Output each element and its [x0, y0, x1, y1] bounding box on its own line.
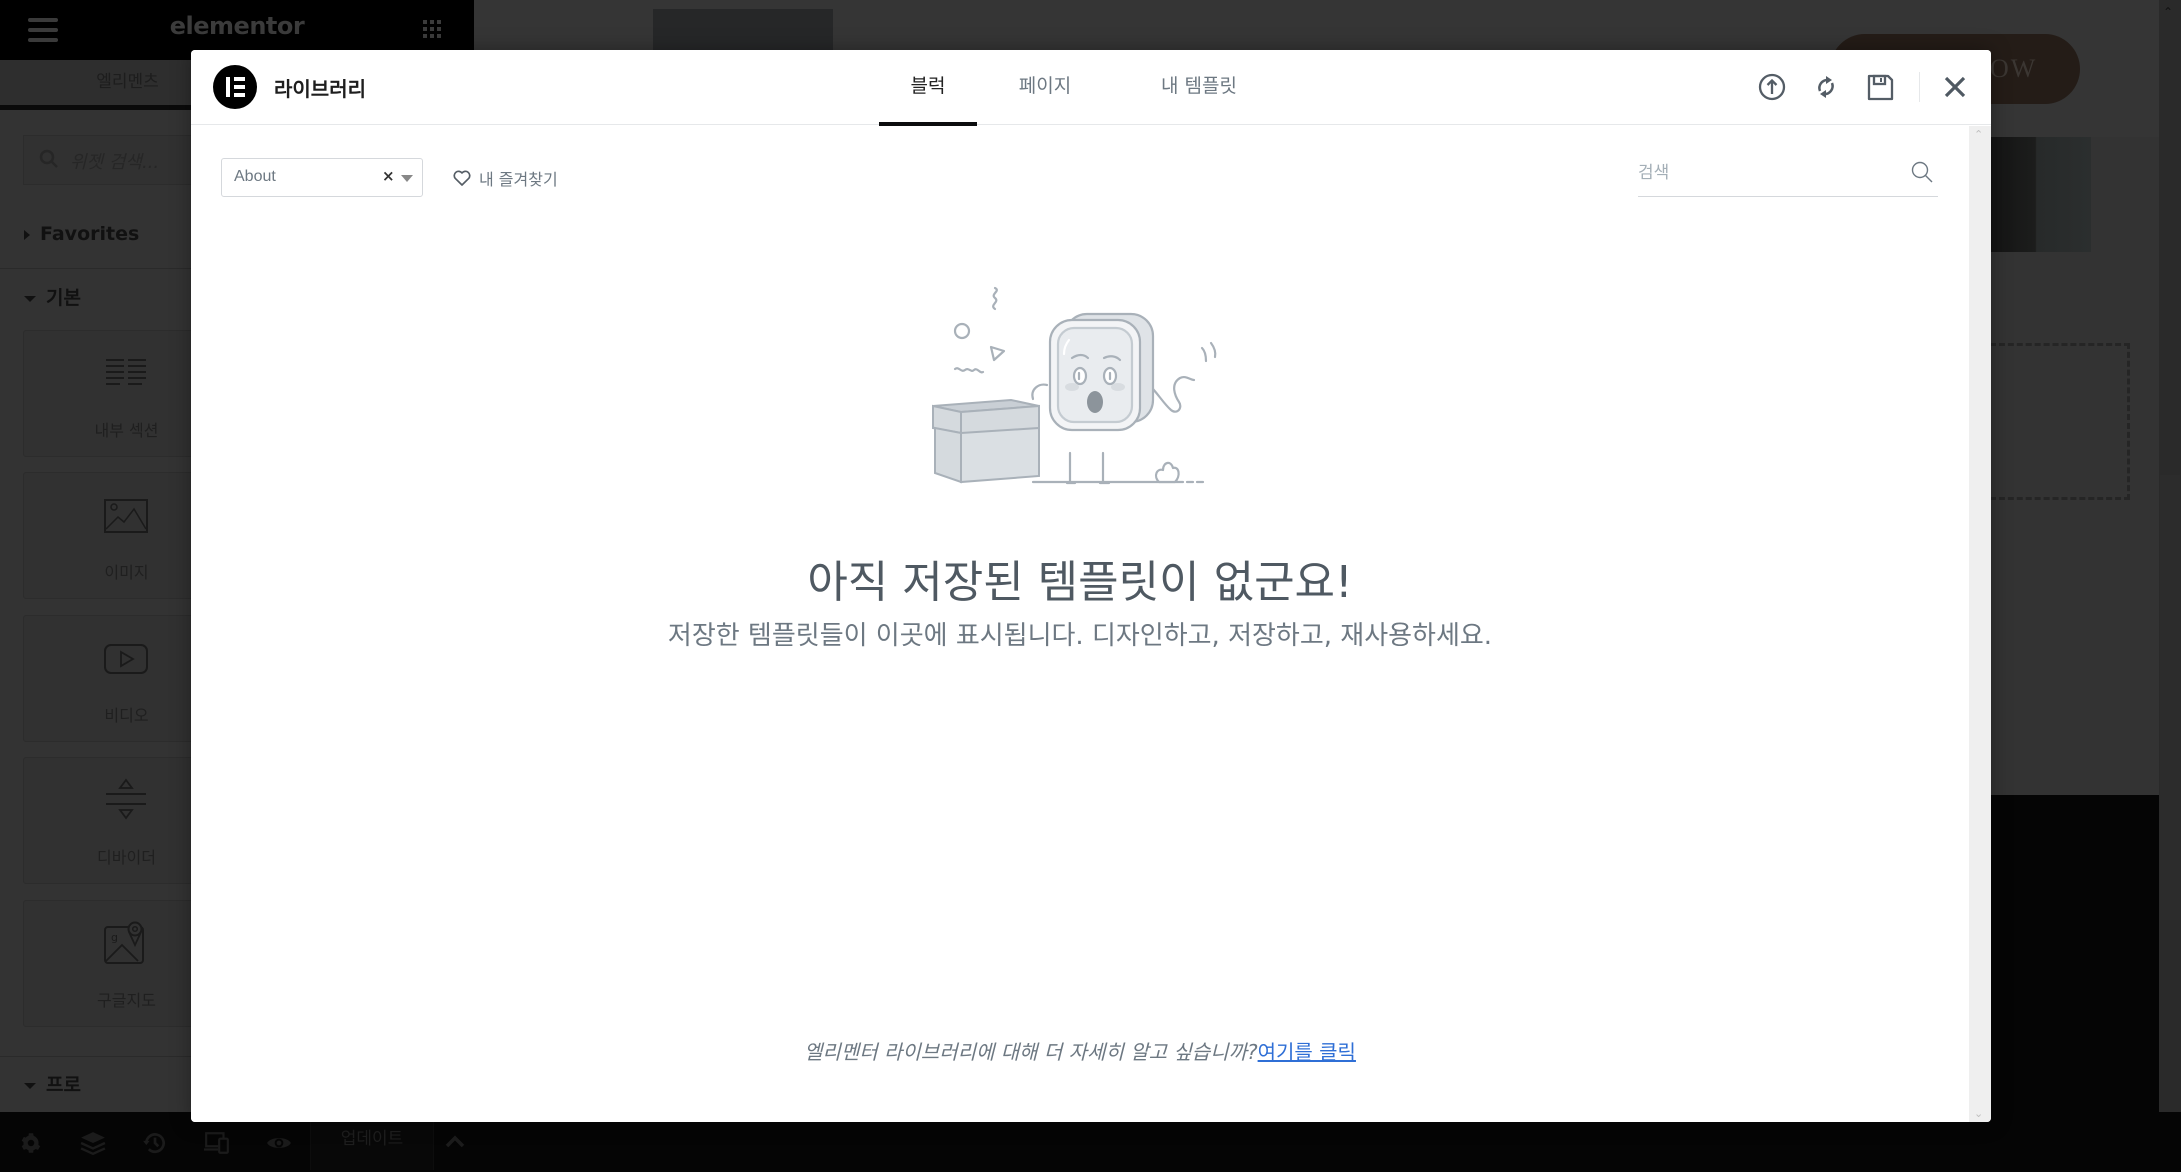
modal-title: 라이브러리 — [274, 77, 366, 101]
widget-divider[interactable]: 디바이더 — [23, 757, 203, 884]
tab-blocks[interactable]: 블럭 — [879, 50, 977, 126]
divider-icon — [106, 778, 146, 820]
video-icon — [104, 644, 148, 674]
image-icon — [104, 499, 148, 533]
empty-state-title: 아직 저장된 템플릿이 없군요! — [807, 557, 1353, 608]
clear-filter-icon[interactable]: × — [382, 167, 395, 185]
page-scrollbar-thumb[interactable] — [2160, 475, 2180, 920]
library-info-text: 엘리멘터 라이브러리에 대해 더 자세히 알고 싶습니까? — [804, 1040, 1258, 1064]
learn-more-link[interactable]: 여기를 클릭 — [1258, 1040, 1356, 1064]
squiggle-decoration — [992, 286, 998, 311]
zigzag-decoration — [953, 367, 985, 374]
heart-icon — [453, 170, 471, 186]
empty-state-message: 저장한 템플릿들이 이곳에 표시됩니다. 디자인하고, 저장하고, 재사용하세요… — [667, 621, 1493, 651]
widget-search-placeholder: 위젯 검색... — [70, 152, 160, 173]
header-divider — [1919, 72, 1920, 102]
category-label: Favorites — [40, 223, 140, 245]
upload-icon[interactable] — [1757, 72, 1787, 102]
tab-label: 내 템플릿 — [1161, 75, 1237, 97]
template-search-input[interactable] — [1638, 158, 1898, 188]
responsive-mode-icon[interactable] — [204, 1130, 230, 1156]
search-icon[interactable] — [1910, 160, 1934, 184]
save-icon[interactable] — [1865, 72, 1895, 102]
tab-label: 블럭 — [910, 75, 946, 97]
modal-header: 라이브러리 블럭 페이지 내 템플릿 — [191, 50, 1991, 126]
tab-my-templates[interactable]: 내 템플릿 — [1121, 50, 1277, 125]
sync-icon[interactable] — [1811, 72, 1841, 102]
category-label: 프로 — [46, 1074, 81, 1096]
empty-state-illustration — [932, 286, 1221, 485]
circle-decoration — [953, 322, 971, 340]
search-icon — [39, 149, 58, 168]
inner-section-icon — [106, 359, 146, 385]
scroll-down-arrow-icon[interactable]: ⌄ — [1974, 1107, 1983, 1120]
template-search — [1638, 150, 1938, 197]
preview-empty-drop-area — [1990, 343, 2130, 500]
preview-cta-button-text: OW — [1990, 54, 2038, 83]
widget-inner-section[interactable]: 내부 섹션 — [23, 330, 203, 457]
gear-icon[interactable] — [18, 1130, 44, 1156]
category-basic[interactable]: 기본 — [24, 283, 81, 310]
triangle-decoration — [989, 345, 1006, 362]
elementor-logo-icon — [213, 65, 257, 109]
scroll-up-arrow-icon[interactable]: ⌃ — [2163, 5, 2173, 19]
box-graphic — [932, 398, 1040, 484]
template-library-modal: 라이브러리 블럭 페이지 내 템플릿 About × 내 즐겨찾기 검색 아직 … — [191, 50, 1991, 1122]
caret-right-icon — [24, 229, 30, 240]
motion-lines — [1200, 341, 1217, 363]
google-maps-icon: g — [104, 921, 144, 964]
modal-body: About × 내 즐겨찾기 검색 아직 저장된 템플릿이 없군요! 저장한 템… — [191, 126, 1969, 1122]
library-info-note: 엘리멘터 라이브러리에 대해 더 자세히 알고 싶습니까?여기를 클릭 — [191, 1036, 1969, 1065]
tab-pages[interactable]: 페이지 — [996, 50, 1094, 125]
caret-down-icon — [24, 1082, 36, 1089]
widgets-grid-icon[interactable] — [423, 20, 441, 38]
modal-scrollbar[interactable]: ⌃ ⌄ — [1969, 126, 1991, 1122]
tab-label: 페이지 — [1018, 75, 1072, 97]
elementor-logo: elementor — [169, 12, 305, 40]
eye-icon[interactable] — [266, 1130, 292, 1156]
category-label: 기본 — [46, 287, 81, 309]
caret-down-icon — [24, 295, 36, 302]
widget-image[interactable]: 이미지 — [23, 472, 203, 599]
preview-dark-section — [1991, 795, 2159, 1112]
layers-icon[interactable] — [80, 1130, 106, 1156]
svg-text:g: g — [111, 931, 118, 944]
dropdown-arrow-icon[interactable] — [401, 175, 413, 182]
category-filter-select[interactable]: About × — [221, 158, 423, 197]
preview-photo — [1990, 137, 2091, 252]
character-mouth — [1087, 391, 1103, 413]
close-icon[interactable] — [1940, 72, 1970, 102]
my-favorites-label: 내 즐겨찾기 — [479, 170, 558, 189]
category-pro[interactable]: 프로 — [24, 1070, 81, 1097]
scroll-up-arrow-icon[interactable]: ⌃ — [1974, 128, 1983, 141]
history-icon[interactable] — [142, 1130, 168, 1156]
character-graphic — [1031, 312, 1221, 485]
widget-video[interactable]: 비디오 — [23, 615, 203, 742]
widget-google-maps[interactable]: g 구글지도 — [23, 900, 203, 1027]
filter-selected-value: About — [234, 168, 276, 185]
category-favorites[interactable]: Favorites — [24, 223, 139, 245]
